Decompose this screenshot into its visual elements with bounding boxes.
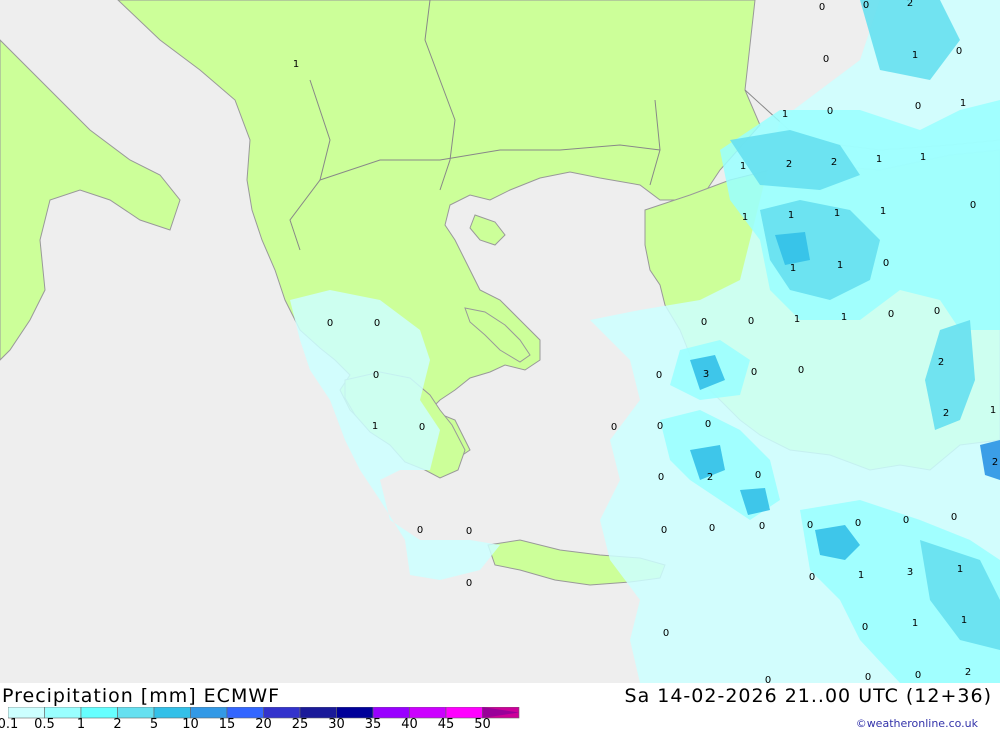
map-value-label: 0 (701, 317, 707, 328)
map-value-label: 0 (915, 101, 921, 112)
map-value-label: 1 (858, 570, 864, 581)
legend-label: 2 (113, 717, 122, 732)
map-value-label: 1 (740, 161, 746, 172)
legend-label: 50 (474, 717, 491, 732)
map-value-label: 0 (863, 0, 869, 11)
map-value-label: 0 (883, 258, 889, 269)
map-value-label: 1 (782, 109, 788, 120)
map-value-label: 0 (865, 672, 871, 683)
legend-label: 20 (255, 717, 272, 732)
map-value-label: 0 (903, 515, 909, 526)
map-value-label: 1 (293, 59, 299, 70)
map-value-label: 0 (934, 306, 940, 317)
map-canvas: 1 0 0 0 1 0 0 0 0 0 0 0 0 2 0 0 0 0 0 0 … (0, 0, 1000, 683)
map-value-label: 0 (823, 54, 829, 65)
legend-label: 45 (437, 717, 455, 732)
map-value-label: 2 (943, 408, 949, 419)
map-value-label: 2 (965, 667, 971, 678)
map-value-label: 0 (419, 422, 425, 433)
map-value-label: 1 (961, 615, 967, 626)
legend-label: 40 (401, 717, 418, 732)
legend-label: 5 (149, 717, 159, 732)
map-value-label: 1 (841, 312, 847, 323)
map-value-label: 2 (707, 472, 713, 483)
map-value-label: 1 (837, 260, 843, 271)
map-value-label: 1 (912, 50, 918, 61)
map-value-label: 3 (703, 369, 709, 380)
legend-label: 10 (182, 717, 199, 732)
map-value-label: 0 (759, 521, 765, 532)
map-value-label: 0 (748, 316, 754, 327)
map-value-label: 1 (794, 314, 800, 325)
map-value-label: 0 (417, 525, 423, 536)
footer-bar: Precipitation [mm] ECMWF Sa 14-02-2026 2… (0, 683, 1000, 733)
map-value-label: 0 (807, 520, 813, 531)
map-value-label: 1 (880, 206, 886, 217)
map-value-label: 0 (798, 365, 804, 376)
legend-label: 30 (328, 717, 345, 732)
map-value-label: 0 (373, 370, 379, 381)
precipitation-map: 1 0 0 0 1 0 0 0 0 0 0 0 0 2 0 0 0 0 0 0 … (0, 0, 1000, 683)
map-value-label: 0 (656, 370, 662, 381)
map-value-label: 2 (938, 357, 944, 368)
legend-label: 35 (364, 717, 382, 732)
map-value-label: 0 (855, 518, 861, 529)
map-value-label: 0 (888, 309, 894, 320)
map-value-label: 1 (912, 618, 918, 629)
map-value-label: 0 (709, 523, 715, 534)
map-value-label: 0 (705, 419, 711, 430)
legend-label: 0.5 (34, 717, 55, 732)
map-value-label: 1 (788, 210, 794, 221)
map-value-label: 2 (907, 0, 913, 9)
map-value-label: 0 (915, 670, 921, 681)
map-value-label: 1 (960, 98, 966, 109)
map-value-label: 0 (466, 526, 472, 537)
map-value-label: 1 (742, 212, 748, 223)
map-value-label: 2 (992, 457, 998, 468)
map-value-label: 1 (834, 208, 840, 219)
map-value-label: 2 (786, 159, 792, 170)
map-value-label: 0 (862, 622, 868, 633)
map-value-label: 0 (374, 318, 380, 329)
map-value-label: 0 (611, 422, 617, 433)
map-value-label: 2 (831, 157, 837, 168)
legend-label: 0.1 (0, 717, 19, 732)
map-value-label: 1 (957, 564, 963, 575)
map-value-label: 0 (466, 578, 472, 589)
map-value-label: 0 (819, 2, 825, 13)
legend-label: 15 (218, 717, 236, 732)
legend-label: 1 (76, 717, 86, 732)
map-value-label: 0 (751, 367, 757, 378)
forecast-datetime: Sa 14-02-2026 21..00 UTC (12+36) (624, 685, 992, 707)
map-value-label: 0 (657, 421, 663, 432)
map-value-label: 0 (755, 470, 761, 481)
map-value-label: 1 (920, 152, 926, 163)
credit-text: ©weatheronline.co.uk (855, 717, 978, 730)
map-value-label: 0 (327, 318, 333, 329)
map-value-label: 0 (827, 106, 833, 117)
map-title: Precipitation [mm] ECMWF (2, 685, 281, 707)
map-value-label: 0 (661, 525, 667, 536)
map-value-label: 1 (790, 263, 796, 274)
map-value-label: 0 (658, 472, 664, 483)
map-value-label: 3 (907, 567, 913, 578)
map-value-label: 0 (956, 46, 962, 57)
map-value-label: 0 (663, 628, 669, 639)
legend-label: 25 (291, 717, 309, 732)
map-value-label: 1 (876, 154, 882, 165)
map-value-label: 0 (951, 512, 957, 523)
map-value-label: 0 (765, 675, 771, 683)
map-value-label: 0 (970, 200, 976, 211)
map-value-label: 0 (809, 572, 815, 583)
map-value-label: 1 (372, 421, 378, 432)
legend-labels: 0.1 0.5 1 2 5 10 15 20 25 30 35 40 45 50 (0, 717, 520, 733)
map-value-label: 1 (990, 405, 996, 416)
